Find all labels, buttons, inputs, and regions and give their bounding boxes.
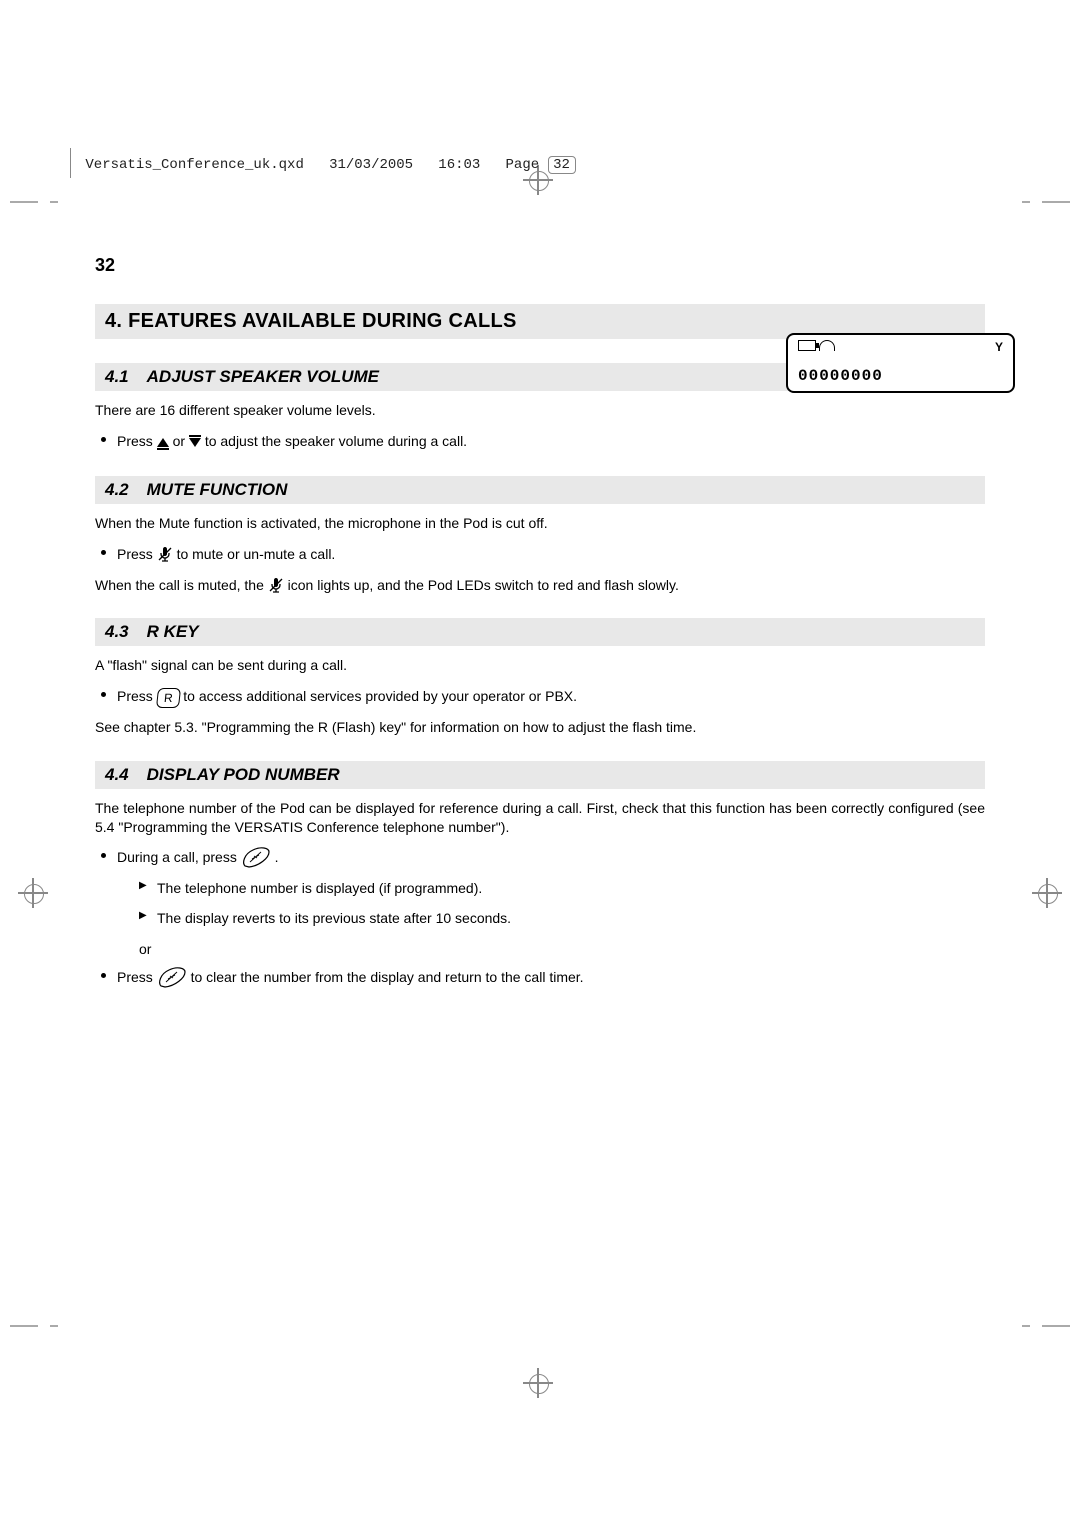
crop-mark [1022, 201, 1030, 203]
heading-4-2: 4.2MUTE FUNCTION [95, 476, 985, 504]
registration-mark [1032, 878, 1062, 908]
crop-mark [50, 201, 58, 203]
info-key-icon [157, 966, 187, 988]
imposition-header: Versatis_Conference_uk.qxd 31/03/2005 16… [70, 148, 576, 178]
registration-mark [523, 1368, 553, 1398]
imposition-page-num: 32 [548, 156, 576, 174]
page-body: 32 4. FEATURES AVAILABLE DURING CALLS Y … [95, 255, 985, 996]
crop-mark [1042, 1325, 1070, 1327]
off-hook-icon [819, 340, 835, 351]
battery-icon [798, 340, 816, 351]
crop-mark [10, 1325, 38, 1327]
s43-bullet-1: Press R to access additional services pr… [95, 685, 985, 707]
s42-intro: When the Mute function is activated, the… [95, 514, 985, 533]
s42-note: When the call is muted, the icon lights … [95, 576, 985, 595]
imposition-time: 16:03 [438, 157, 480, 173]
r-key-icon: R [156, 688, 181, 708]
mute-icon [157, 546, 173, 562]
imposition-date: 31/03/2005 [329, 157, 413, 173]
page-number: 32 [95, 255, 985, 276]
volume-down-icon [189, 438, 201, 447]
heading-4-3: 4.3R KEY [95, 618, 985, 646]
s43-intro: A "flash" signal can be sent during a ca… [95, 656, 985, 675]
s43-xref: See chapter 5.3. "Programming the R (Fla… [95, 718, 985, 737]
info-key-icon [241, 846, 271, 868]
s41-bullet-1: Press or to adjust the speaker volume du… [95, 430, 985, 452]
s44-sub-2: The display reverts to its previous stat… [139, 907, 985, 929]
imposition-page-word: Page [506, 157, 540, 173]
crop-mark [10, 201, 38, 203]
s41-intro: There are 16 different speaker volume le… [95, 401, 985, 420]
s44-or: or [139, 938, 985, 960]
crop-mark [50, 1325, 58, 1327]
s44-intro: The telephone number of the Pod can be d… [95, 799, 985, 837]
lcd-digits: 00000000 [798, 367, 883, 385]
registration-mark [18, 878, 48, 908]
mute-icon [268, 577, 284, 593]
s42-bullet-1: Press to mute or un-mute a call. [95, 543, 985, 565]
heading-4-4: 4.4DISPLAY POD NUMBER [95, 761, 985, 789]
s44-bullet-2: Press to clear the number from the displ… [95, 966, 985, 988]
lcd-illustration: Y 00000000 [786, 333, 1015, 393]
s44-sub-1: The telephone number is displayed (if pr… [139, 877, 985, 899]
crop-mark [1022, 1325, 1030, 1327]
volume-up-icon [157, 438, 169, 447]
s44-bullet-1: During a call, press . The telephone num… [95, 846, 985, 960]
antenna-icon: Y [995, 340, 1003, 354]
crop-mark [1042, 201, 1070, 203]
imposition-filename: Versatis_Conference_uk.qxd [85, 157, 303, 173]
